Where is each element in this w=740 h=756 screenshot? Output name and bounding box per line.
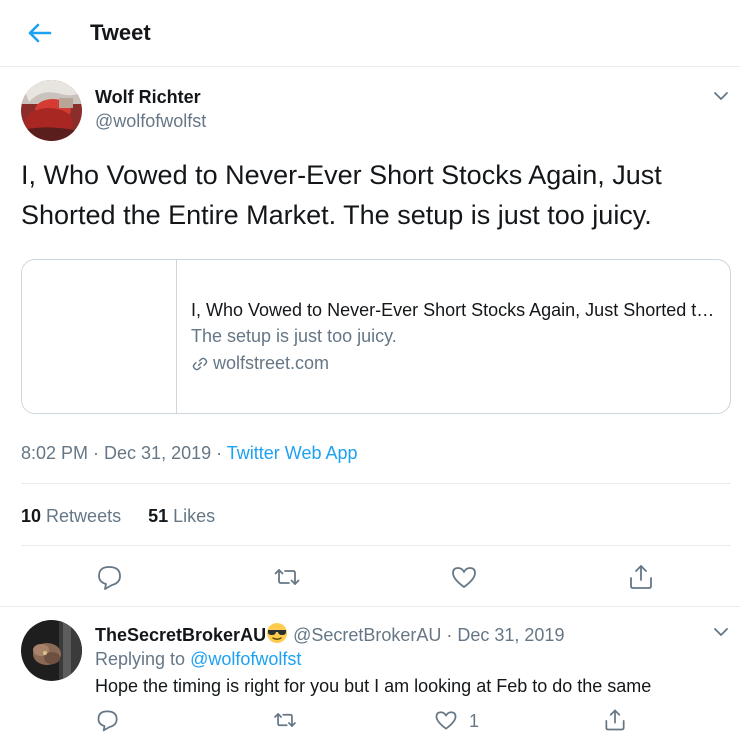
- author-handle[interactable]: @wolfofwolfst: [95, 111, 206, 132]
- more-options-button[interactable]: [710, 85, 732, 107]
- retweets-stat[interactable]: 10 Retweets: [21, 506, 121, 527]
- timestamp-text[interactable]: 8:02 PM · Dec 31, 2019 ·: [21, 443, 227, 463]
- reply-share-button[interactable]: [602, 707, 628, 733]
- page-title: Tweet: [90, 20, 151, 45]
- link-icon: [192, 357, 208, 370]
- replying-mention[interactable]: @wolfofwolfst: [190, 649, 301, 669]
- page-header: Tweet: [0, 0, 740, 67]
- avatar-image: [21, 80, 82, 141]
- replying-label: Replying to: [95, 649, 191, 669]
- card-thumbnail: [22, 260, 177, 413]
- share-icon: [605, 709, 625, 731]
- reply-tweet[interactable]: TheSecretBrokerAU @SecretBrokerAU · Dec …: [0, 607, 740, 756]
- reply-meta: @SecretBrokerAU · Dec 31, 2019: [288, 625, 565, 645]
- reply-more-options-button[interactable]: [710, 621, 732, 643]
- replying-to: Replying to @wolfofwolfst: [95, 649, 301, 670]
- reply-icon: [97, 710, 118, 732]
- avatar-image: [21, 620, 82, 681]
- reply-button[interactable]: [95, 562, 125, 592]
- share-icon: [630, 565, 652, 589]
- like-icon: [435, 711, 457, 730]
- author-name[interactable]: Wolf Richter: [95, 87, 201, 108]
- author-avatar[interactable]: [21, 80, 82, 141]
- reply-author-name[interactable]: TheSecretBrokerAU: [95, 625, 266, 645]
- reply-like-button[interactable]: [433, 707, 459, 733]
- reply-like-count: 1: [469, 711, 480, 731]
- tweet-timestamp: 8:02 PM · Dec 31, 2019 · Twitter Web App: [21, 443, 358, 464]
- arrow-left-icon: [28, 23, 52, 43]
- reply-author-avatar[interactable]: [21, 620, 82, 681]
- card-description: The setup is just too juicy.: [191, 326, 397, 346]
- source-link[interactable]: Twitter Web App: [227, 443, 358, 463]
- likes-count: 51: [148, 506, 169, 526]
- tweet-stats: 10 Retweets 51 Likes: [21, 506, 237, 527]
- back-button[interactable]: [24, 20, 54, 46]
- reply-text: Hope the timing is right for you but I a…: [95, 676, 652, 696]
- like-button[interactable]: [449, 562, 479, 592]
- retweet-icon: [274, 569, 300, 585]
- share-button[interactable]: [626, 562, 656, 592]
- reply-reply-button[interactable]: [95, 707, 121, 733]
- reply-header: TheSecretBrokerAU @SecretBrokerAU · Dec …: [95, 622, 564, 646]
- reply-retweet-button[interactable]: [272, 707, 298, 733]
- retweet-icon: [274, 713, 296, 727]
- likes-stat[interactable]: 51 Likes: [148, 506, 215, 527]
- reply-icon: [98, 566, 121, 590]
- chevron-down-icon: [714, 628, 728, 636]
- tweet-text: I, Who Vowed to Never-Ever Short Stocks …: [21, 160, 662, 230]
- link-card[interactable]: I, Who Vowed to Never-Ever Short Stocks …: [21, 259, 731, 414]
- card-domain: wolfstreet.com: [191, 353, 329, 374]
- divider: [21, 545, 731, 546]
- sunglasses-emoji-icon: [267, 623, 288, 643]
- retweets-label: Retweets: [46, 506, 122, 526]
- like-icon: [452, 567, 476, 588]
- divider: [21, 483, 731, 484]
- card-domain-text: wolfstreet.com: [213, 353, 330, 373]
- likes-label: Likes: [173, 506, 216, 526]
- retweet-button[interactable]: [272, 562, 302, 592]
- retweets-count: 10: [21, 506, 42, 526]
- chevron-down-icon: [714, 92, 728, 100]
- card-title: I, Who Vowed to Never-Ever Short Stocks …: [191, 300, 721, 320]
